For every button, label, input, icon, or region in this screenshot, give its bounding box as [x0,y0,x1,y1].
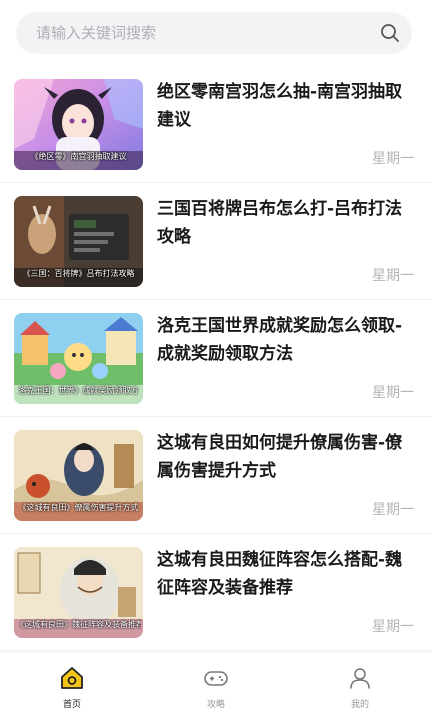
article-date: 星期一 [372,268,414,284]
tab-profile[interactable]: 我的 [288,653,432,720]
search-box [16,12,412,54]
search-icon[interactable] [368,12,412,54]
article-title[interactable]: 绝区零南宫羽怎么抽-南宫羽抽取建议 [157,78,415,134]
article-title[interactable]: 洛克王国世界成就奖励怎么领取-成就奖励领取方法 [157,312,415,368]
thumbnail-caption: 《这城有良田》僚属伤害提升方式 [18,503,139,512]
app-screen: 《绝区零》南宫羽抽取建议 绝区零南宫羽怎么抽-南宫羽抽取建议 星期一 [0,0,432,720]
search-input[interactable] [16,12,368,54]
article-date: 星期一 [372,502,414,518]
bottom-tab-bar: 首页 攻略 我的 [0,652,432,720]
article-title[interactable]: 这城有良田魏征阵容怎么搭配-魏征阵容及装备推荐 [157,546,415,602]
article-title[interactable]: 三国百将牌吕布怎么打-吕布打法攻略 [157,195,415,251]
home-icon [59,665,85,691]
anime-girl-thumbnail[interactable]: 《绝区零》南宫羽抽取建议 [14,79,143,170]
colorful-town-thumbnail[interactable]: 洛克王国：世界》成就奖励领取方 [14,313,143,404]
gamepad-icon [203,665,229,691]
ink-painting-thumbnail[interactable]: 《这城有良田》僚属伤害提升方式 [14,430,143,521]
article-card[interactable]: 《三国：百将牌》吕布打法攻略 三国百将牌吕布怎么打-吕布打法攻略 星期一 [0,183,432,300]
thumbnail-caption: 《三国：百将牌》吕布打法攻略 [22,269,135,278]
dark-game-screenshot-thumbnail[interactable]: 《三国：百将牌》吕布打法攻略 [14,196,143,287]
article-card[interactable]: 《这城有良田》僚属伤害提升方式 这城有良田如何提升僚属伤害-僚属伤害提升方式 星… [0,417,432,534]
tab-label: 攻略 [206,700,225,710]
thumbnail-caption: 《绝区零》南宫羽抽取建议 [30,152,127,161]
article-card[interactable]: 《这城有良田》魏征阵容及装备推荐 这城有良田魏征阵容怎么搭配-魏征阵容及装备推荐… [0,534,432,651]
thumbnail-caption: 《这城有良田》魏征阵容及装备推荐 [16,620,141,629]
article-list: 《绝区零》南宫羽抽取建议 绝区零南宫羽怎么抽-南宫羽抽取建议 星期一 《三国：百… [0,66,432,651]
search-bar [0,0,432,66]
tab-home[interactable]: 首页 [0,653,144,720]
article-card[interactable]: 洛克王国：世界》成就奖励领取方 洛克王国世界成就奖励怎么领取-成就奖励领取方法 … [0,300,432,417]
tab-guides[interactable]: 攻略 [144,653,288,720]
article-date: 星期一 [372,385,414,401]
tab-label: 我的 [350,700,369,710]
article-card[interactable]: 《绝区零》南宫羽抽取建议 绝区零南宫羽怎么抽-南宫羽抽取建议 星期一 [0,66,432,183]
article-date: 星期一 [372,619,414,635]
user-icon [347,665,373,691]
article-date: 星期一 [372,151,414,167]
tab-label: 首页 [62,700,81,710]
scholar-portrait-thumbnail[interactable]: 《这城有良田》魏征阵容及装备推荐 [14,547,143,638]
article-title[interactable]: 这城有良田如何提升僚属伤害-僚属伤害提升方式 [157,429,415,485]
thumbnail-caption: 洛克王国：世界》成就奖励领取方 [18,386,139,395]
